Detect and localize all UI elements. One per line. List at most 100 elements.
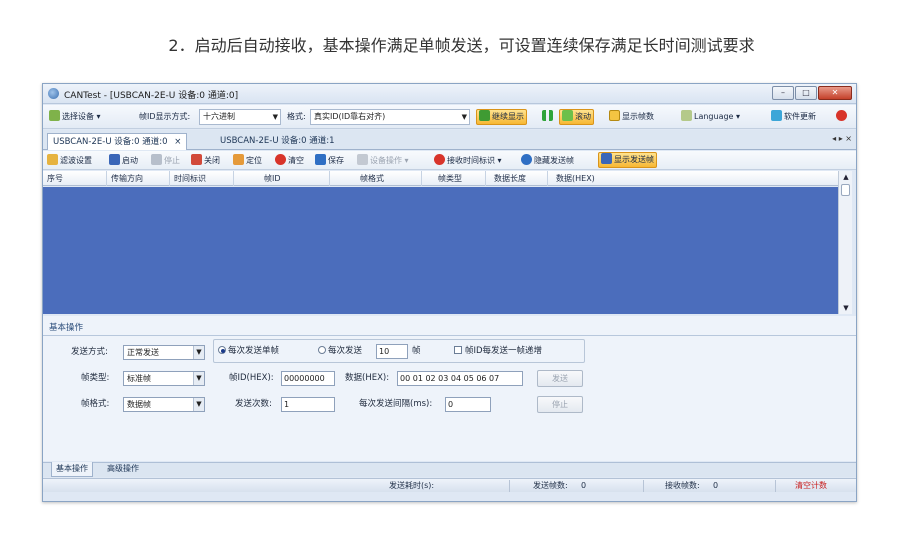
device-ops-button[interactable]: 设备操作 ▾ (357, 153, 409, 169)
send-times-input[interactable]: 1 (281, 397, 335, 412)
clear-icon (275, 154, 286, 165)
column-header[interactable]: 时间标识 (170, 171, 234, 186)
window-controls: – □ ✕ (771, 86, 852, 100)
hide-icon (521, 154, 532, 165)
frame-id-display-select[interactable]: 十六进制 ▼ (199, 109, 281, 125)
send-mode-label: 发送方式: (71, 347, 108, 357)
pause-icon (542, 110, 553, 121)
checkbox-icon (454, 346, 462, 354)
stop-send-button[interactable]: 停止 (537, 396, 583, 413)
language-button[interactable]: Language ▾ (681, 109, 740, 125)
receive-time-mark-button[interactable]: 接收时间标识 ▾ (434, 153, 502, 169)
minimize-button[interactable]: – (772, 86, 794, 100)
scroll-button[interactable]: 滚动 (559, 109, 594, 125)
interval-input[interactable]: 0 (445, 397, 491, 412)
close-window-button[interactable]: ✕ (818, 86, 852, 100)
chevron-down-icon: ▼ (193, 398, 204, 411)
radio-send-single[interactable]: 每次发送单帧 (218, 344, 279, 359)
tab-device0-channel0[interactable]: USBCAN-2E-U 设备:0 通道:0 × (47, 133, 188, 150)
channel-toolbar: 滤波设置 启动 停止 关闭 定位 清空 保存 设备操作 ▾ 接收时间标识 ▾ 隐… (43, 151, 856, 170)
show-frame-count-button[interactable]: 显示帧数 (609, 109, 654, 125)
locate-button[interactable]: 定位 (233, 153, 262, 169)
increment-id-checkbox[interactable]: 帧ID每发送一帧递增 (454, 344, 542, 359)
data-input[interactable]: 00 01 02 03 04 05 06 07 (397, 371, 523, 386)
title-bar: CANTest - [USBCAN-2E-U 设备:0 通道:0] – □ ✕ (43, 84, 856, 104)
hide-send-frame-button[interactable]: 隐藏发送帧 (521, 153, 574, 169)
tab-scroll-arrows[interactable]: ◂ ▸ × (832, 134, 852, 143)
interval-label: 每次发送间隔(ms): (359, 399, 433, 409)
send-button[interactable]: 发送 (537, 370, 583, 387)
pause-button[interactable] (542, 109, 555, 125)
device-ops-icon (357, 154, 368, 165)
column-header[interactable]: 数据(HEX) (548, 171, 838, 186)
frame-type-select[interactable]: 标准帧 ▼ (123, 371, 205, 386)
stop-button[interactable]: 停止 (151, 153, 180, 169)
tab-basic-operation[interactable]: 基本操作 (51, 462, 93, 477)
chevron-down-icon: ▼ (272, 113, 278, 121)
clear-count-button[interactable]: 清空计数 (795, 479, 827, 493)
locate-icon (233, 154, 244, 165)
radio-send-multi[interactable]: 每次发送 (318, 344, 362, 359)
chevron-down-icon: ▼ (461, 113, 467, 121)
radio-off-icon (318, 346, 326, 354)
clear-button[interactable]: 清空 (275, 153, 304, 169)
tab-close-icon[interactable]: × (174, 137, 181, 147)
start-icon (109, 154, 120, 165)
help-button[interactable] (836, 109, 849, 125)
start-button[interactable]: 启动 (109, 153, 138, 169)
column-header[interactable]: 序号 (43, 171, 107, 186)
status-separator (775, 480, 776, 492)
filter-settings-button[interactable]: 滤波设置 (47, 153, 92, 169)
chevron-down-icon: ▼ (193, 346, 204, 359)
continuous-display-button[interactable]: 继续显示 (476, 109, 527, 125)
device-tab-bar: USBCAN-2E-U 设备:0 通道:0 × USBCAN-2E-U 设备:0… (43, 130, 856, 150)
frame-type-label: 帧类型: (81, 373, 110, 383)
send-mode-select[interactable]: 正常发送 ▼ (123, 345, 205, 360)
frame-unit-label: 帧 (412, 346, 421, 356)
frame-count-icon (609, 110, 620, 121)
stop-icon (151, 154, 162, 165)
frame-format-label: 帧格式: (81, 399, 110, 409)
frame-format-select[interactable]: 数据帧 ▼ (123, 397, 205, 412)
message-grid-body[interactable] (43, 187, 838, 314)
column-header[interactable]: 传输方向 (107, 171, 170, 186)
column-header[interactable]: 数据长度 (486, 171, 548, 186)
frame-id-label: 帧ID(HEX): (229, 373, 274, 383)
format-select[interactable]: 真实ID(ID靠右对齐) ▼ (310, 109, 470, 125)
scroll-up-icon[interactable]: ▲ (839, 171, 853, 183)
select-device-button[interactable]: 选择设备 ▾ (49, 109, 101, 125)
send-elapsed-label: 发送耗时(s): (389, 481, 435, 490)
maximize-button[interactable]: □ (795, 86, 817, 100)
send-times-label: 发送次数: (235, 399, 272, 409)
multi-count-input[interactable]: 10 (376, 344, 408, 359)
close-device-button[interactable]: 关闭 (191, 153, 220, 169)
save-button[interactable]: 保存 (315, 153, 344, 169)
language-icon (681, 110, 692, 121)
recv-frames-label: 接收帧数: (665, 481, 700, 490)
software-update-button[interactable]: 软件更新 (771, 109, 816, 125)
cantest-window: CANTest - [USBCAN-2E-U 设备:0 通道:0] – □ ✕ … (42, 83, 857, 502)
message-grid-header: 序号 传输方向 时间标识 帧ID 帧格式 帧类型 数据长度 数据(HEX) (43, 171, 838, 186)
send-option-group: 每次发送单帧 每次发送 10 帧 帧ID每发送一帧递增 (213, 339, 585, 363)
page-caption: 2．启动后自动接收，基本操作满足单帧发送，可设置连续保存满足长时间测试要求 (168, 36, 755, 55)
column-header[interactable]: 帧ID (234, 171, 330, 186)
recv-frames-value: 0 (713, 481, 719, 490)
panel-title: 基本操作 (49, 323, 84, 333)
scroll-down-icon[interactable]: ▼ (839, 302, 853, 314)
column-header[interactable]: 帧类型 (422, 171, 486, 186)
main-toolbar: 选择设备 ▾ 帧ID显示方式: 十六进制 ▼ 格式: 真实ID(ID靠右对齐) … (43, 105, 856, 129)
tab-advanced-operation[interactable]: 高级操作 (103, 462, 143, 477)
help-icon (836, 110, 847, 121)
tab-device0-channel1[interactable]: USBCAN-2E-U 设备:0 通道:1 (215, 133, 340, 150)
grid-vertical-scrollbar[interactable]: ▲ ▼ (838, 171, 852, 314)
scroll-icon (562, 110, 573, 121)
frame-id-input[interactable]: 00000000 (281, 371, 335, 386)
device-icon (49, 110, 60, 121)
show-send-frame-button[interactable]: 显示发送帧 (598, 152, 657, 168)
status-bar: 发送耗时(s): 发送帧数: 0 接收帧数: 0 清空计数 (43, 478, 856, 492)
status-separator (643, 480, 644, 492)
sent-frames-value: 0 (581, 481, 587, 490)
status-separator (509, 480, 510, 492)
scroll-thumb[interactable] (841, 184, 850, 196)
column-header[interactable]: 帧格式 (330, 171, 422, 186)
